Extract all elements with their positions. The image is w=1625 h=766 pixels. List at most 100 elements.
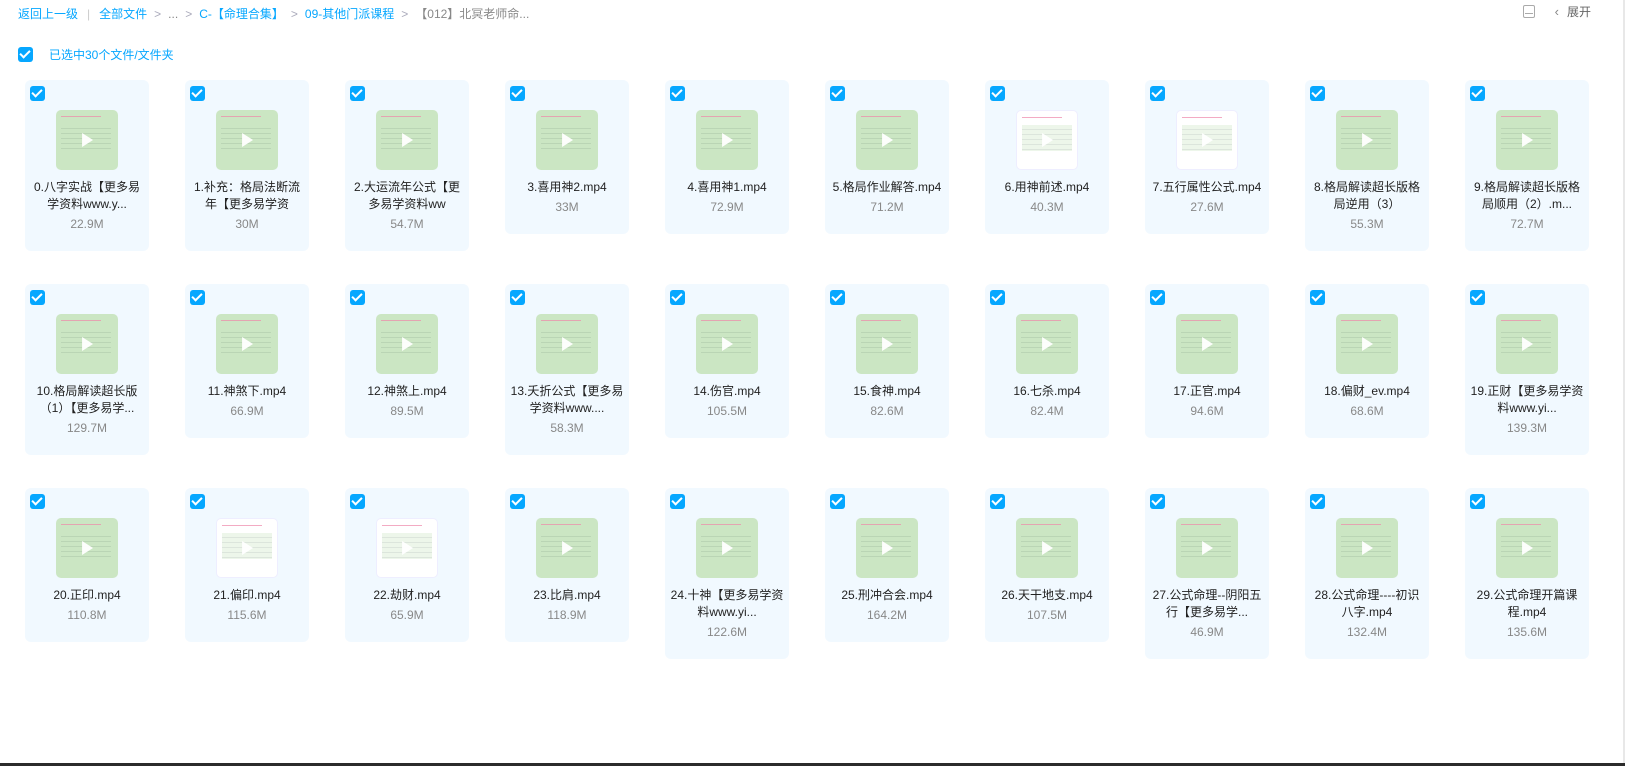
file-name[interactable]: 14.伤官.mp4 [665, 383, 789, 400]
video-thumbnail[interactable] [1336, 518, 1398, 578]
file-card[interactable]: 19.正财【更多易学资料www.yi... 139.3M [1465, 284, 1589, 455]
file-card[interactable]: 27.公式命理--阴阳五行【更多易学... 46.9M [1145, 488, 1269, 659]
file-checkbox[interactable] [350, 494, 365, 509]
file-checkbox[interactable] [830, 86, 845, 101]
file-card[interactable]: 29.公式命理开篇课程.mp4 135.6M [1465, 488, 1589, 659]
file-checkbox[interactable] [30, 290, 45, 305]
file-name[interactable]: 5.格局作业解答.mp4 [825, 179, 949, 196]
expand-button[interactable]: 展开 [1567, 3, 1591, 20]
video-thumbnail[interactable] [696, 110, 758, 170]
file-name[interactable]: 16.七杀.mp4 [985, 383, 1109, 400]
file-name[interactable]: 20.正印.mp4 [25, 587, 149, 604]
file-name[interactable]: 9.格局解读超长版格局顺用（2）.m... [1465, 179, 1589, 213]
file-name[interactable]: 7.五行属性公式.mp4 [1145, 179, 1269, 196]
video-thumbnail[interactable] [1336, 314, 1398, 374]
file-name[interactable]: 26.天干地支.mp4 [985, 587, 1109, 604]
all-files-link[interactable]: 全部文件 [99, 5, 147, 22]
video-thumbnail[interactable] [1176, 110, 1238, 170]
file-card[interactable]: 10.格局解读超长版（1）【更多易学... 129.7M [25, 284, 149, 455]
video-thumbnail[interactable] [536, 314, 598, 374]
file-checkbox[interactable] [670, 494, 685, 509]
video-thumbnail[interactable] [536, 518, 598, 578]
file-card[interactable]: 24.十神【更多易学资料www.yi... 122.6M [665, 488, 789, 659]
file-name[interactable]: 10.格局解读超长版（1）【更多易学... [25, 383, 149, 417]
video-thumbnail[interactable] [1496, 518, 1558, 578]
file-name[interactable]: 28.公式命理----初识八字.mp4 [1305, 587, 1429, 621]
file-name[interactable]: 23.比肩.mp4 [505, 587, 629, 604]
file-card[interactable]: 4.喜用神1.mp4 72.9M [665, 80, 789, 234]
file-card[interactable]: 18.偏财_ev.mp4 68.6M [1305, 284, 1429, 438]
video-thumbnail[interactable] [856, 518, 918, 578]
video-thumbnail[interactable] [216, 314, 278, 374]
video-thumbnail[interactable] [56, 518, 118, 578]
file-checkbox[interactable] [1470, 290, 1485, 305]
file-card[interactable]: 9.格局解读超长版格局顺用（2）.m... 72.7M [1465, 80, 1589, 251]
file-name[interactable]: 17.正官.mp4 [1145, 383, 1269, 400]
video-thumbnail[interactable] [856, 110, 918, 170]
file-checkbox[interactable] [990, 86, 1005, 101]
file-name[interactable]: 3.喜用神2.mp4 [505, 179, 629, 196]
video-thumbnail[interactable] [376, 314, 438, 374]
file-checkbox[interactable] [670, 86, 685, 101]
file-card[interactable]: 2.大运流年公式【更多易学资料ww 54.7M [345, 80, 469, 251]
file-card[interactable]: 15.食神.mp4 82.6M [825, 284, 949, 438]
file-card[interactable]: 0.八字实战【更多易学资料www.y... 22.9M [25, 80, 149, 251]
file-checkbox[interactable] [1150, 290, 1165, 305]
video-thumbnail[interactable] [216, 518, 278, 578]
file-checkbox[interactable] [1150, 494, 1165, 509]
file-checkbox[interactable] [1310, 290, 1325, 305]
chevron-left-icon[interactable]: ‹ [1555, 4, 1559, 19]
file-name[interactable]: 22.劫财.mp4 [345, 587, 469, 604]
file-name[interactable]: 6.用神前述.mp4 [985, 179, 1109, 196]
file-checkbox[interactable] [1310, 86, 1325, 101]
video-thumbnail[interactable] [696, 314, 758, 374]
file-name[interactable]: 18.偏财_ev.mp4 [1305, 383, 1429, 400]
video-thumbnail[interactable] [1176, 518, 1238, 578]
file-card[interactable]: 21.偏印.mp4 115.6M [185, 488, 309, 642]
file-checkbox[interactable] [1470, 86, 1485, 101]
video-thumbnail[interactable] [856, 314, 918, 374]
video-thumbnail[interactable] [696, 518, 758, 578]
video-thumbnail[interactable] [56, 314, 118, 374]
file-card[interactable]: 22.劫财.mp4 65.9M [345, 488, 469, 642]
breadcrumb-level1[interactable]: C-【命理合集】 [199, 5, 284, 22]
file-name[interactable]: 12.神煞上.mp4 [345, 383, 469, 400]
file-checkbox[interactable] [190, 290, 205, 305]
file-card[interactable]: 28.公式命理----初识八字.mp4 132.4M [1305, 488, 1429, 659]
video-thumbnail[interactable] [1496, 110, 1558, 170]
breadcrumb-ellipsis[interactable]: ... [168, 7, 178, 21]
file-card[interactable]: 26.天干地支.mp4 107.5M [985, 488, 1109, 642]
file-name[interactable]: 19.正财【更多易学资料www.yi... [1465, 383, 1589, 417]
breadcrumb-level2[interactable]: 09-其他门派课程 [305, 5, 394, 22]
file-card[interactable]: 5.格局作业解答.mp4 71.2M [825, 80, 949, 234]
file-card[interactable]: 20.正印.mp4 110.8M [25, 488, 149, 642]
file-checkbox[interactable] [510, 290, 525, 305]
file-card[interactable]: 14.伤官.mp4 105.5M [665, 284, 789, 438]
file-name[interactable]: 15.食神.mp4 [825, 383, 949, 400]
video-thumbnail[interactable] [1336, 110, 1398, 170]
video-thumbnail[interactable] [1016, 110, 1078, 170]
file-name[interactable]: 27.公式命理--阴阳五行【更多易学... [1145, 587, 1269, 621]
file-card[interactable]: 12.神煞上.mp4 89.5M [345, 284, 469, 438]
file-name[interactable]: 11.神煞下.mp4 [185, 383, 309, 400]
file-card[interactable]: 13.夭折公式【更多易学资料www.... 58.3M [505, 284, 629, 455]
file-name[interactable]: 4.喜用神1.mp4 [665, 179, 789, 196]
file-checkbox[interactable] [830, 494, 845, 509]
file-card[interactable]: 17.正官.mp4 94.6M [1145, 284, 1269, 438]
file-name[interactable]: 21.偏印.mp4 [185, 587, 309, 604]
file-name[interactable]: 29.公式命理开篇课程.mp4 [1465, 587, 1589, 621]
file-checkbox[interactable] [830, 290, 845, 305]
file-checkbox[interactable] [670, 290, 685, 305]
video-thumbnail[interactable] [1176, 314, 1238, 374]
back-link[interactable]: 返回上一级 [18, 5, 78, 22]
video-thumbnail[interactable] [376, 110, 438, 170]
file-name[interactable]: 25.刑冲合会.mp4 [825, 587, 949, 604]
file-card[interactable]: 7.五行属性公式.mp4 27.6M [1145, 80, 1269, 234]
file-name[interactable]: 8.格局解读超长版格局逆用（3） [1305, 179, 1429, 213]
file-card[interactable]: 16.七杀.mp4 82.4M [985, 284, 1109, 438]
file-card[interactable]: 11.神煞下.mp4 66.9M [185, 284, 309, 438]
file-card[interactable]: 8.格局解读超长版格局逆用（3） 55.3M [1305, 80, 1429, 251]
video-thumbnail[interactable] [1016, 518, 1078, 578]
file-card[interactable]: 3.喜用神2.mp4 33M [505, 80, 629, 234]
video-thumbnail[interactable] [1496, 314, 1558, 374]
